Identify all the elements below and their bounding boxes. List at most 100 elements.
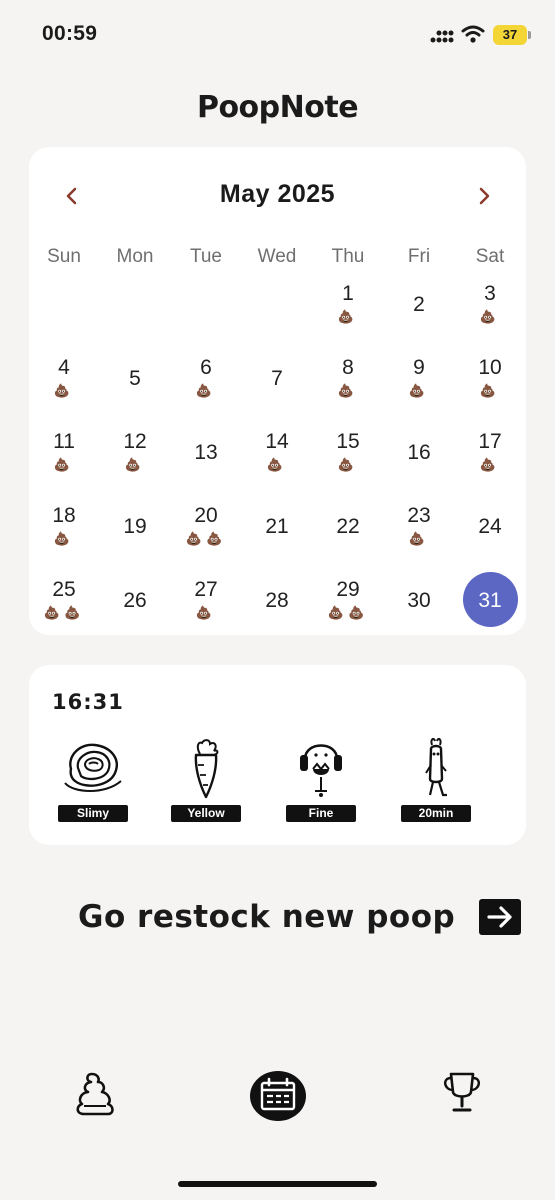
day-number: 1: [342, 282, 354, 305]
calendar-day-31[interactable]: 31: [455, 577, 525, 637]
calendar-day-2[interactable]: 2: [384, 281, 454, 341]
calendar-day-14[interactable]: 14 💩: [242, 429, 312, 489]
status-bar: 00:59 37: [0, 0, 555, 70]
calendar-day-25[interactable]: 25 💩💩: [29, 577, 99, 637]
slimy-swirl-icon: [64, 743, 122, 792]
poop-count-icon: 💩: [124, 457, 146, 472]
calendar-day-21[interactable]: 21: [242, 503, 312, 563]
calendar-icon: [250, 1071, 306, 1121]
calendar-day-13[interactable]: 13: [171, 429, 241, 489]
poop-count-icon: 💩💩: [185, 531, 227, 546]
tab-poop[interactable]: [72, 1068, 116, 1116]
carrot-icon: [194, 739, 219, 799]
attribute-label: 20min: [401, 805, 471, 822]
day-number: 26: [123, 589, 147, 612]
attribute-label: Fine: [286, 805, 356, 822]
poop-count-icon: 💩: [479, 309, 501, 324]
headphones-face-icon: [300, 744, 342, 797]
day-number: 17: [478, 430, 502, 453]
poop-count-icon: 💩: [53, 457, 75, 472]
day-number: 11: [53, 430, 75, 453]
calendar-day-9[interactable]: 9 💩: [384, 355, 454, 415]
day-number: 3: [484, 282, 496, 305]
calendar-day-29[interactable]: 29 💩💩: [313, 577, 383, 637]
poop-count-icon: 💩💩: [327, 605, 369, 620]
status-time: 00:59: [42, 22, 98, 45]
calendar-day-28[interactable]: 28: [242, 577, 312, 637]
chevron-right-icon: [479, 187, 490, 205]
day-number: 30: [407, 589, 431, 612]
poop-count-icon: 💩: [337, 309, 359, 324]
calendar-day-16[interactable]: 16: [384, 429, 454, 489]
calendar-day-4[interactable]: 4 💩: [29, 355, 99, 415]
weekday-label: Sat: [475, 246, 505, 267]
attribute-feeling: Fine: [281, 735, 361, 825]
day-number: 18: [52, 504, 76, 527]
cellular-signal-icon: [430, 30, 454, 43]
attribute-label: Slimy: [58, 805, 128, 822]
day-number: 23: [407, 504, 431, 527]
poop-count-icon: 💩: [479, 383, 501, 398]
poop-count-icon: 💩: [53, 531, 75, 546]
next-month-button[interactable]: [469, 180, 499, 212]
calendar-day-15[interactable]: 15 💩: [313, 429, 383, 489]
calendar-day-26[interactable]: 26: [100, 577, 170, 637]
arrow-right-icon: [479, 899, 522, 935]
attribute-texture: Slimy: [53, 735, 133, 825]
day-number: 16: [407, 441, 431, 464]
calendar-day-12[interactable]: 12 💩: [100, 429, 170, 489]
day-number: 19: [123, 515, 147, 538]
day-number: 13: [194, 441, 218, 464]
calendar-day-30[interactable]: 30: [384, 577, 454, 637]
record-time: 16:31: [52, 690, 124, 714]
calendar-day-24[interactable]: 24: [455, 503, 525, 563]
poop-count-icon: 💩: [195, 383, 217, 398]
day-number: 7: [271, 367, 283, 390]
poop-count-icon: 💩: [53, 383, 75, 398]
poop-count-icon: 💩💩: [43, 605, 85, 620]
attribute-color: Yellow: [166, 735, 246, 825]
calendar-day-23[interactable]: 23 💩: [384, 503, 454, 563]
calendar-day-18[interactable]: 18 💩: [29, 503, 99, 563]
day-number: 10: [478, 356, 502, 379]
day-number: 5: [129, 367, 141, 390]
wifi-icon: [461, 25, 485, 43]
calendar-day-22[interactable]: 22: [313, 503, 383, 563]
calendar-day-10[interactable]: 10 💩: [455, 355, 525, 415]
calendar-day-20[interactable]: 20 💩💩: [171, 503, 241, 563]
attribute-label: Yellow: [171, 805, 241, 822]
day-number: 4: [58, 356, 70, 379]
calendar-day-11[interactable]: 11 💩: [29, 429, 99, 489]
day-number: 29: [336, 578, 360, 601]
calendar-day-8[interactable]: 8 💩: [313, 355, 383, 415]
attribute-duration: 20min: [396, 735, 476, 825]
day-number: 20: [194, 504, 218, 527]
calendar-day-7[interactable]: 7: [242, 355, 312, 415]
day-number: 9: [413, 356, 425, 379]
day-number: 2: [413, 293, 425, 316]
calendar-day-1[interactable]: 1 💩: [313, 281, 383, 341]
day-number: 27: [194, 578, 218, 601]
tab-calendar[interactable]: [249, 1069, 307, 1121]
weekday-label: Tue: [189, 246, 223, 267]
calendar-day-6[interactable]: 6 💩: [171, 355, 241, 415]
calendar-day-17[interactable]: 17 💩: [455, 429, 525, 489]
day-number: 24: [478, 515, 502, 538]
calendar-day-19[interactable]: 19: [100, 503, 170, 563]
weekday-label: Mon: [116, 246, 154, 267]
day-number: 15: [336, 430, 360, 453]
tab-trophy[interactable]: [440, 1068, 484, 1116]
calendar-day-27[interactable]: 27 💩: [171, 577, 241, 637]
calendar-day-3[interactable]: 3 💩: [455, 281, 525, 341]
restock-button[interactable]: Go restock new poop: [78, 892, 522, 942]
weekday-label: Sun: [47, 246, 81, 267]
poop-icon: [76, 1072, 114, 1116]
app-title: PoopNote: [196, 90, 359, 125]
poop-count-icon: 💩: [337, 383, 359, 398]
day-number: 22: [336, 515, 360, 538]
calendar-day-5[interactable]: 5: [100, 355, 170, 415]
day-number: 8: [342, 356, 354, 379]
day-number: 25: [52, 578, 76, 601]
day-number: 6: [200, 356, 212, 379]
day-number: 28: [265, 589, 289, 612]
